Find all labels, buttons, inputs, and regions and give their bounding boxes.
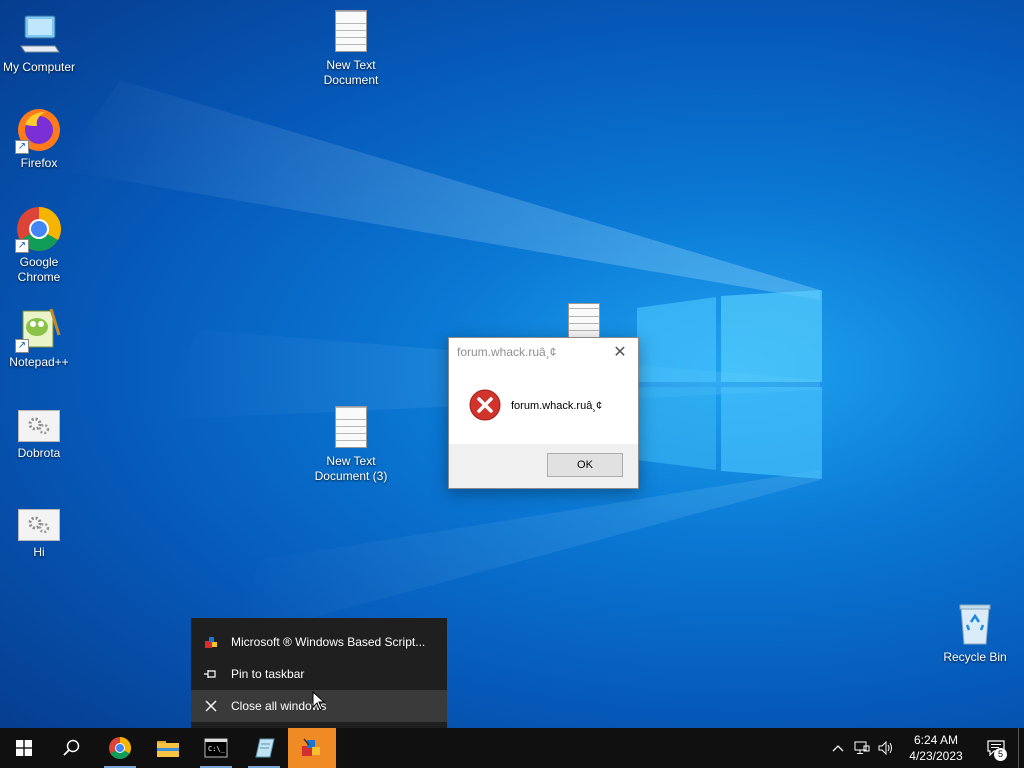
clock-time: 6:24 AM (913, 733, 959, 747)
desktop-icon-label: New Text Document (3) (314, 454, 388, 483)
mouse-cursor-icon (312, 691, 326, 711)
system-tray: 6:24 AM 4/23/2023 5 (826, 728, 1024, 768)
recycle-bin-icon (951, 600, 999, 648)
dialog-body: forum.whack.ruâ¸¢ (449, 366, 638, 446)
shortcut-arrow-icon: ↗ (15, 339, 29, 353)
dialog-message: forum.whack.ruâ¸¢ (511, 400, 603, 412)
wscript-icon (302, 738, 320, 756)
error-dialog: forum.whack.ruâ¸¢ ✕ forum.whack.ruâ¸¢ OK (448, 337, 639, 489)
svg-text:C:\_: C:\_ (208, 745, 226, 753)
firefox-icon: ↗ (15, 106, 63, 154)
cmd-icon: C:\_ (204, 738, 228, 758)
notification-center-button[interactable]: 5 (974, 728, 1018, 768)
taskbar-clock[interactable]: 6:24 AM 4/23/2023 (898, 732, 974, 764)
desktop-icon-new-text-document[interactable]: New Text Document (312, 6, 390, 88)
chevron-up-icon[interactable] (826, 728, 850, 768)
taskbar: C:\_ 6:24 AM 4/23/2023 5 (0, 728, 1024, 768)
settings-file-icon (18, 410, 60, 442)
taskbar-wscript[interactable] (288, 728, 336, 768)
dialog-title: forum.whack.ruâ¸¢ (457, 345, 557, 359)
search-button[interactable] (48, 728, 96, 768)
desktop-icon-label: New Text Document (323, 58, 379, 87)
chrome-icon (109, 737, 131, 759)
desktop-icon-recycle-bin[interactable]: Recycle Bin (936, 600, 1014, 665)
close-icon (203, 698, 219, 714)
notepad-app-icon (255, 738, 275, 758)
jumplist-item-app[interactable]: Microsoft ® Windows Based Script... (191, 626, 447, 658)
desktop-icon-label: Notepad++ (9, 355, 69, 369)
start-icon (16, 740, 32, 756)
text-file-icon (335, 406, 367, 448)
desktop-icon-label: Firefox (20, 156, 58, 170)
desktop-icon-label: Recycle Bin (943, 650, 1007, 664)
wscript-icon (203, 634, 219, 650)
taskbar-file-explorer[interactable] (144, 728, 192, 768)
dialog-footer: OK (449, 444, 638, 488)
dialog-titlebar[interactable]: forum.whack.ruâ¸¢ ✕ (449, 338, 638, 366)
start-button[interactable] (0, 728, 48, 768)
show-desktop-button[interactable] (1018, 728, 1024, 768)
clock-date: 4/23/2023 (909, 749, 963, 763)
file-explorer-icon (157, 741, 179, 757)
taskbar-cmd[interactable]: C:\_ (192, 728, 240, 768)
network-icon[interactable] (850, 728, 874, 768)
error-icon (469, 389, 501, 424)
desktop-icon-new-text-document-3[interactable]: New Text Document (3) (312, 402, 390, 484)
volume-icon[interactable] (874, 728, 898, 768)
desktop-icon-hi[interactable]: Hi (0, 499, 78, 560)
desktop-icon-google-chrome[interactable]: ↗ Google Chrome (0, 205, 78, 285)
settings-file-icon (18, 509, 60, 541)
ok-button[interactable]: OK (547, 453, 623, 477)
desktop-icon-label: Hi (33, 545, 45, 559)
windows-logo-wallpaper (637, 290, 822, 479)
desktop-icon-my-computer[interactable]: My Computer (0, 10, 78, 75)
notification-count-badge: 5 (994, 748, 1007, 761)
desktop-icon-label: My Computer (2, 60, 76, 74)
desktop-icon-firefox[interactable]: ↗ Firefox (0, 106, 78, 171)
desktop-icon-dobrota[interactable]: Dobrota (0, 400, 78, 461)
search-icon (63, 739, 80, 756)
taskbar-jump-list: Microsoft ® Windows Based Script... Pin … (191, 618, 447, 728)
shortcut-arrow-icon: ↗ (15, 239, 29, 253)
jumplist-item-label: Microsoft ® Windows Based Script... (231, 635, 426, 649)
shortcut-arrow-icon: ↗ (15, 140, 29, 154)
text-file-icon[interactable] (568, 303, 600, 341)
jumplist-item-label: Pin to taskbar (231, 667, 305, 681)
taskbar-notepad[interactable] (240, 728, 288, 768)
desktop-icon-label: Google Chrome (17, 255, 61, 284)
taskbar-chrome[interactable] (96, 728, 144, 768)
pin-icon (203, 666, 219, 682)
notepadpp-icon: ↗ (15, 305, 63, 353)
desktop-icon-label: Dobrota (17, 446, 61, 460)
text-file-icon (335, 10, 367, 52)
close-icon[interactable]: ✕ (610, 342, 630, 362)
chrome-icon: ↗ (15, 205, 63, 253)
desktop-icon-notepadpp[interactable]: ↗ Notepad++ (0, 305, 78, 370)
jumplist-item-pin[interactable]: Pin to taskbar (191, 658, 447, 690)
computer-icon (15, 10, 63, 58)
